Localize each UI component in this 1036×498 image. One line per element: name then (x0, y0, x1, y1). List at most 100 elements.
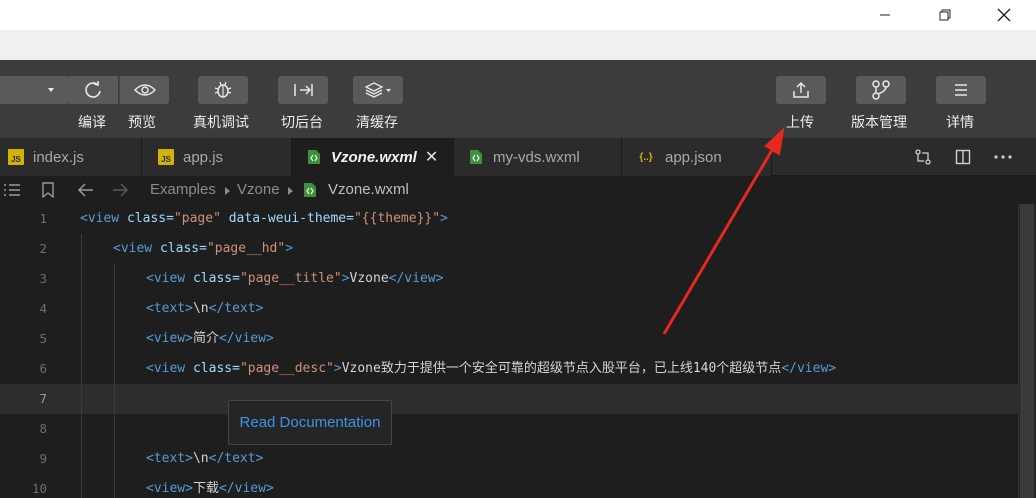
split-editor-button[interactable] (948, 138, 978, 176)
breadcrumb: Examples Vzone Vzone.wxml (0, 176, 1036, 204)
arrow-left-icon (77, 183, 93, 197)
editor-tabs: JS index.js JS app.js Vzone.wxml ✕ my-vd… (0, 138, 1036, 176)
code-text: <text>\n</text> (146, 451, 264, 466)
indent-guide (81, 324, 82, 354)
indent-guide (114, 384, 115, 414)
line-number: 7 (39, 391, 47, 406)
switch-background-icon (294, 84, 313, 96)
list-icon (4, 184, 20, 196)
line-number: 8 (39, 421, 47, 436)
close-icon (997, 8, 1011, 22)
js-file-icon: JS (8, 149, 24, 165)
clear-cache-button[interactable] (353, 76, 403, 104)
code-text: <view class="page__title">Vzone</view> (146, 271, 444, 286)
breadcrumb-item[interactable]: Examples (150, 181, 216, 198)
code-line: 5 <view>简介</view> (0, 324, 1036, 354)
eye-icon (133, 84, 156, 96)
indent-guide (114, 294, 115, 324)
restore-icon (939, 9, 951, 21)
indent-guide (114, 444, 115, 474)
details-button[interactable] (936, 76, 986, 104)
code-line: 3 <view class="page__title">Vzone</view> (0, 264, 1036, 294)
indent-guide (114, 324, 115, 354)
wxml-file-icon (304, 183, 316, 197)
line-number: 5 (39, 331, 47, 346)
close-window-button[interactable] (981, 0, 1027, 30)
remote-debug-button[interactable] (198, 76, 248, 104)
mode-selector[interactable] (0, 76, 68, 104)
code-text: <view>下载</view> (146, 481, 274, 496)
chevron-down-icon (48, 88, 54, 92)
bookmark-button[interactable] (38, 180, 58, 200)
code-line: 4 <text>\n</text> (0, 294, 1036, 324)
tab-label: index.js (33, 148, 84, 166)
minimize-button[interactable] (862, 0, 908, 30)
tab-app-json[interactable]: {..} app.json (622, 138, 772, 176)
close-tab-icon[interactable]: ✕ (425, 147, 438, 167)
line-number: 2 (39, 241, 47, 256)
tab-index-js[interactable]: JS index.js (0, 138, 142, 176)
switch-background-label: 切后台 (281, 114, 323, 130)
indent-guide (81, 444, 82, 474)
switch-background-button[interactable] (278, 76, 328, 104)
indent-guide (81, 384, 82, 414)
code-line-current: 7 (0, 384, 1036, 414)
tab-label: app.js (183, 148, 224, 166)
read-documentation-link[interactable]: Read Documentation (228, 400, 392, 445)
menu-strip (0, 30, 1036, 60)
upload-button[interactable] (776, 76, 826, 104)
more-actions-button[interactable] (988, 138, 1018, 176)
code-line: 6 <view class="page__desc">Vzone致力于提供一个安… (0, 354, 1036, 384)
maximize-button[interactable] (922, 0, 968, 30)
code-text: <view>简介</view> (146, 331, 274, 346)
chevron-right-icon (225, 187, 230, 195)
code-line: 10 <view>下载</view> (0, 474, 1036, 498)
indent-guide (114, 264, 115, 294)
tab-app-js[interactable]: JS app.js (142, 138, 292, 176)
code-text: <view class="page__hd"> (113, 241, 294, 256)
tab-my-vds-wxml[interactable]: my-vds.wxml (454, 138, 622, 176)
code-text: <text>\n</text> (146, 301, 264, 316)
window-title-bar (0, 0, 1036, 30)
version-management-button[interactable] (856, 76, 906, 104)
js-file-icon: JS (158, 149, 174, 165)
bookmark-icon (42, 182, 54, 198)
line-number: 9 (39, 451, 47, 466)
branch-icon (872, 80, 890, 100)
breadcrumb-item[interactable]: Vzone (237, 181, 280, 198)
breadcrumb-item[interactable]: Vzone.wxml (328, 181, 409, 198)
scrollbar-thumb[interactable] (1020, 204, 1034, 498)
refresh-icon (85, 81, 101, 98)
indent-guide (81, 234, 82, 264)
line-number: 3 (39, 271, 47, 286)
tab-label: app.json (665, 148, 722, 166)
compile-label: 编译 (78, 114, 106, 130)
indent-guide (81, 294, 82, 324)
forward-button[interactable] (110, 180, 130, 200)
tab-label: my-vds.wxml (493, 148, 580, 166)
split-editor-icon (955, 149, 971, 165)
tab-label: Vzone.wxml (331, 148, 417, 166)
line-number: 1 (39, 211, 47, 226)
code-line: 2 <view class="page__hd"> (0, 234, 1036, 264)
bug-icon (214, 81, 232, 98)
outline-button[interactable] (2, 180, 22, 200)
compare-button[interactable] (908, 138, 938, 176)
preview-label: 预览 (128, 114, 156, 130)
tab-vzone-wxml[interactable]: Vzone.wxml ✕ (292, 138, 454, 176)
compile-button[interactable] (68, 76, 118, 104)
code-text: <view class="page__desc">Vzone致力于提供一个安全可… (146, 361, 837, 376)
chevron-right-icon (288, 187, 293, 195)
json-file-icon: {..} (639, 151, 653, 163)
indent-guide (81, 474, 82, 498)
line-number: 4 (39, 301, 47, 316)
wxml-file-icon (308, 150, 320, 164)
wxml-file-icon (470, 150, 482, 164)
editor-scrollbar[interactable] (1018, 204, 1036, 498)
back-button[interactable] (76, 180, 96, 200)
code-editor[interactable]: 1 <view class="page" data-weui-theme="{{… (0, 204, 1036, 498)
line-number: 6 (39, 361, 47, 376)
layers-icon (364, 82, 391, 98)
preview-button[interactable] (119, 76, 169, 104)
indent-guide (114, 474, 115, 498)
